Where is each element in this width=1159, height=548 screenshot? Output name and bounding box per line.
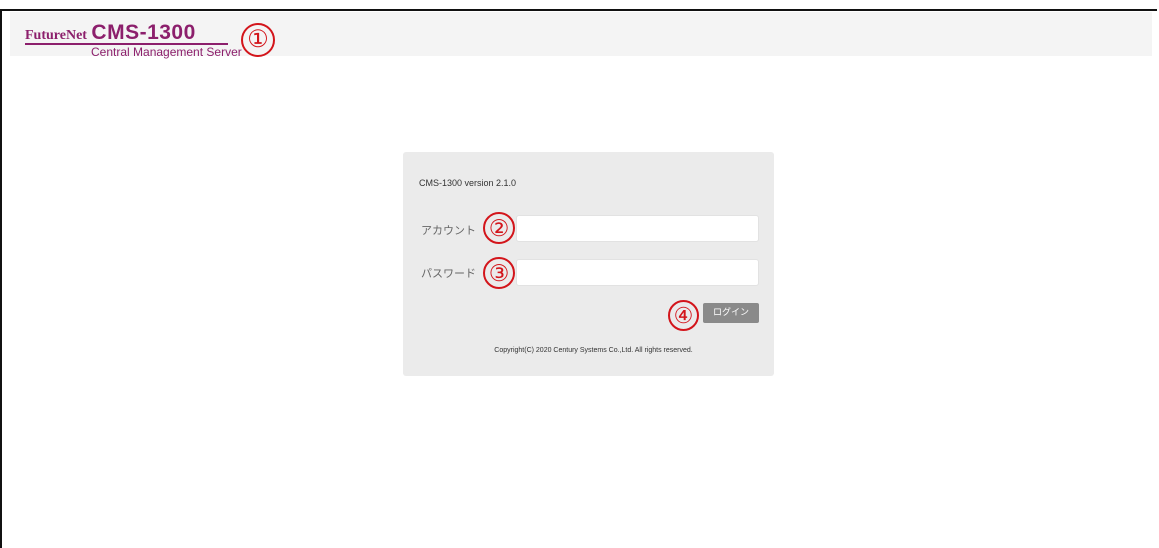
password-input[interactable] <box>516 259 759 286</box>
logo-brand: FutureNet <box>25 28 87 43</box>
copyright-text: Copyright(C) 2020 Century Systems Co.,Lt… <box>494 347 693 354</box>
annotation-marker-4: ④ <box>668 300 699 331</box>
annotation-marker-2: ② <box>483 212 515 244</box>
annotation-marker-3: ③ <box>483 257 515 289</box>
login-panel: CMS-1300 version 2.1.0 アカウント ② パスワード ③ ④… <box>403 152 774 376</box>
annotation-marker-1: ① <box>241 23 275 57</box>
logo-title: FutureNet CMS-1300 <box>25 21 196 45</box>
logo-subtitle: Central Management Server <box>91 45 242 59</box>
password-label: パスワード <box>421 268 476 280</box>
logo-product: CMS-1300 <box>91 21 196 44</box>
account-input[interactable] <box>516 215 759 242</box>
login-button[interactable]: ログイン <box>703 303 759 323</box>
product-logo: FutureNet CMS-1300 Central Management Se… <box>17 13 277 59</box>
account-label: アカウント <box>421 225 476 237</box>
version-text: CMS-1300 version 2.1.0 <box>419 178 517 188</box>
